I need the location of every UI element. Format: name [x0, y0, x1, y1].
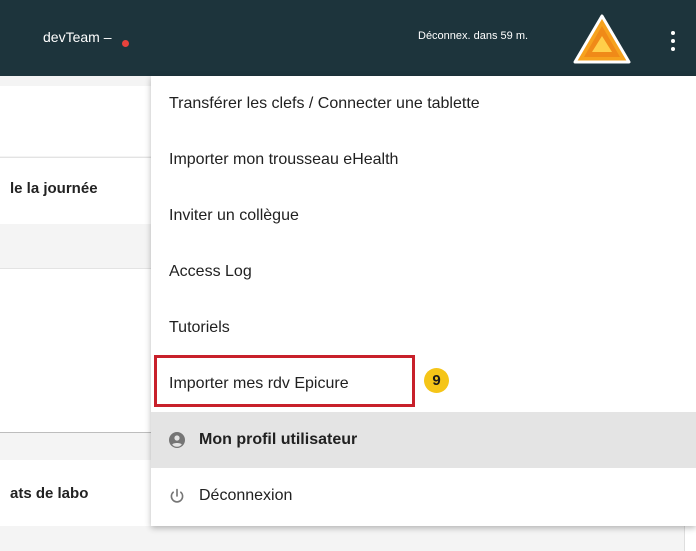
session-timer: Déconnex. dans 59 m. [418, 30, 529, 42]
menu-item-import-ehealth[interactable]: Importer mon trousseau eHealth [151, 132, 696, 188]
menu-item-label: Access Log [169, 263, 252, 280]
orange-triangle-logo[interactable] [573, 14, 631, 66]
user-dropdown-menu: Transférer les clefs / Connecter une tab… [151, 76, 696, 526]
menu-item-label: Mon profil utilisateur [199, 431, 358, 448]
menu-item-label: Importer mon trousseau eHealth [169, 151, 399, 168]
top-bar: devTeam – Déconnex. dans 59 m. [0, 0, 696, 76]
highlight-box [154, 355, 415, 407]
menu-item-user-profile[interactable]: Mon profil utilisateur [151, 412, 696, 468]
team-name: devTeam – [43, 29, 112, 45]
menu-item-logout[interactable]: Déconnexion [151, 468, 696, 524]
power-icon [170, 488, 184, 503]
menu-item-invite-colleague[interactable]: Inviter un collègue [151, 188, 696, 244]
menu-item-label: Tutoriels [169, 319, 230, 336]
menu-item-transfer-keys[interactable]: Transférer les clefs / Connecter une tab… [151, 76, 696, 132]
background-card [0, 269, 160, 432]
background-card [0, 86, 160, 156]
menu-item-tutorials[interactable]: Tutoriels [151, 300, 696, 356]
status-dot-icon [122, 40, 129, 47]
kebab-menu-icon[interactable] [670, 31, 676, 57]
divider [0, 432, 160, 433]
section-heading-day: le la journée [10, 180, 98, 197]
section-heading-labo: ats de labo [10, 485, 89, 502]
menu-item-label: Transférer les clefs / Connecter une tab… [169, 95, 480, 112]
step-badge: 9 [424, 368, 449, 393]
menu-item-access-log[interactable]: Access Log [151, 244, 696, 300]
menu-item-label: Déconnexion [199, 487, 293, 504]
account-circle-icon [169, 432, 185, 448]
menu-item-label: Inviter un collègue [169, 207, 299, 224]
